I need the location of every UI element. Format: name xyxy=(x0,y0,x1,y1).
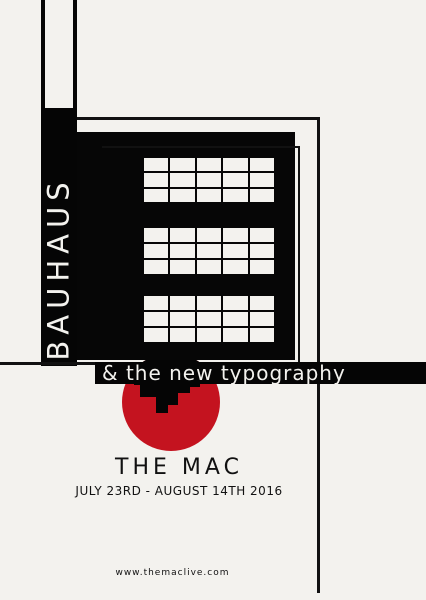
right-rule-line xyxy=(317,117,320,593)
window-band-top xyxy=(144,158,274,202)
website-link[interactable]: www.themaclive.com xyxy=(0,568,345,578)
vertical-title-text: BAUHAUS xyxy=(42,176,76,361)
vertical-bar-cutout xyxy=(45,0,73,108)
subtitle: & the new typography xyxy=(102,361,346,385)
vertical-title: BAUHAUS xyxy=(42,176,77,361)
window-band-bottom xyxy=(144,296,274,342)
venue-title: THE MAC xyxy=(115,455,243,480)
poster: BAUHAUS & the new typography THE MAC JUL… xyxy=(0,0,426,600)
horizontal-rule-left xyxy=(0,362,95,365)
window-band-middle xyxy=(144,228,274,274)
top-rule-line xyxy=(76,117,320,120)
event-dates: JULY 23RD - AUGUST 14TH 2016 xyxy=(75,484,283,498)
